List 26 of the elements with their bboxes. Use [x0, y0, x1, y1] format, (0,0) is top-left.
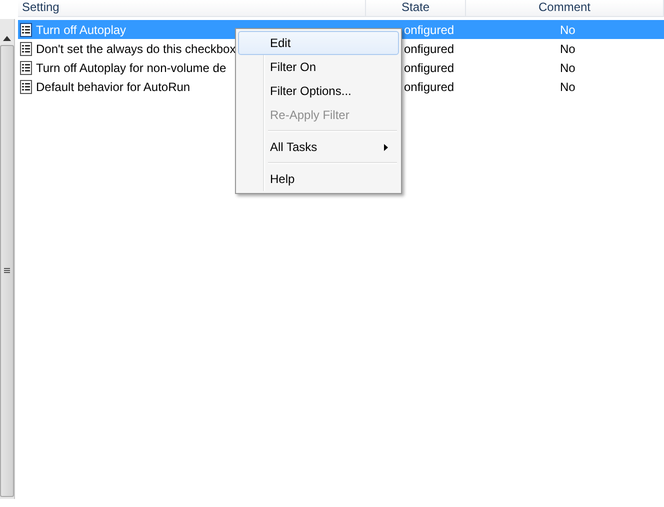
- setting-name[interactable]: Turn off Autoplay for non-volume de: [36, 60, 226, 74]
- state-text: onfigured: [403, 80, 454, 94]
- setting-name[interactable]: Default behavior for AutoRun: [36, 80, 190, 94]
- state-text: onfigured: [403, 42, 454, 56]
- document-icon: [20, 60, 32, 74]
- menu-item[interactable]: Filter Options...: [238, 79, 399, 103]
- comment-text: No: [559, 80, 576, 94]
- document-icon: [20, 80, 32, 94]
- comment-text: No: [559, 42, 576, 56]
- menu-item[interactable]: Filter On: [238, 55, 399, 79]
- comment-text: No: [559, 60, 576, 74]
- menu-item[interactable]: All Tasks: [238, 135, 399, 159]
- state-text: onfigured: [403, 22, 454, 36]
- state-text: onfigured: [403, 60, 454, 74]
- scroll-up-icon[interactable]: [3, 36, 11, 41]
- menu-item[interactable]: Edit: [238, 31, 399, 55]
- column-header[interactable]: State: [366, 0, 466, 16]
- submenu-arrow-icon: [384, 144, 388, 150]
- setting-name[interactable]: Don't set the always do this checkbox: [36, 42, 236, 56]
- column-header[interactable]: Setting: [18, 0, 366, 16]
- comment-text: No: [559, 22, 576, 36]
- menu-item[interactable]: Help: [238, 167, 399, 191]
- document-icon: [20, 22, 32, 36]
- column-header[interactable]: Comment: [466, 0, 664, 16]
- document-icon: [20, 42, 32, 56]
- grip-icon: [4, 268, 10, 274]
